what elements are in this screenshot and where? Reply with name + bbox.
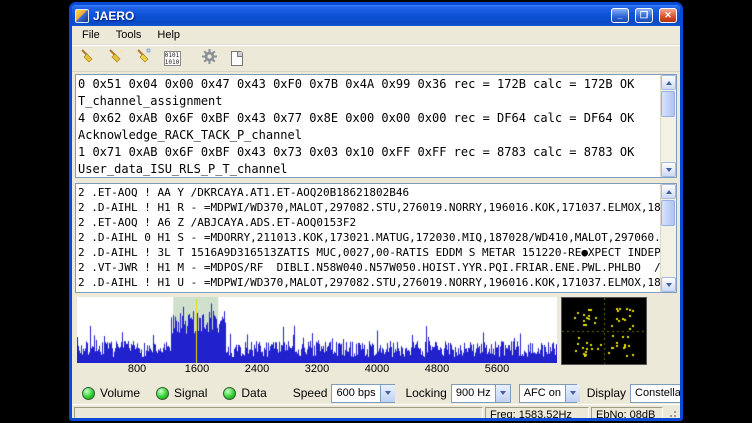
arrow-down-icon [666,168,672,172]
spectrum-tick-row: 800 1600 2400 3200 4000 4800 5600 [77,363,557,377]
console-line: 2 .D-AIHL ! H1 R - =MDPWI/WD370,MALOT,29… [78,200,658,215]
maximize-button[interactable]: ❐ [635,8,653,23]
signal-led-icon [156,387,169,400]
hex-console-scrollbar[interactable] [660,75,676,177]
speed-label: Speed [293,386,328,400]
binary-icon: 0101 1010 [164,51,181,66]
hex-console: 0 0x51 0x04 0x00 0x47 0x43 0xF0 0x7B 0x4… [75,74,677,178]
ebno-status: EbNo: 08dB [591,407,663,421]
jaero-window: JAERO _ ❐ ✕ File Tools Help [69,2,683,421]
menu-tools[interactable]: Tools [108,27,150,43]
status-bar: Freq: 1583.52Hz EbNo: 08dB [72,404,680,421]
afc-select[interactable]: AFC on [519,384,577,403]
tick-label: 2400 [245,363,269,375]
freq-status: Freq: 1583.52Hz [485,407,589,421]
volume-indicator: Volume [82,386,140,400]
data-indicator: Data [223,386,266,400]
log-file-button[interactable] [225,47,249,70]
window-title: JAERO [93,9,605,23]
data-label: Data [241,386,266,400]
afc-value: AFC on [520,387,565,399]
toolbar: 0101 1010 [72,45,680,72]
constellation-canvas [562,298,646,364]
scrollbar-track[interactable] [661,199,676,277]
status-spacer-panel [74,407,483,421]
tick-label: 5600 [485,363,509,375]
hex-console-text: 0 0x51 0x04 0x00 0x47 0x43 0xF0 0x7B 0x4… [76,75,660,177]
broom-icon [107,47,125,70]
console-line: T_channel_assignment [78,93,658,110]
acars-console: 2 .ET-AOQ ! AA Y /DKRCAYA.AT1.ET-AOQ20B1… [75,183,677,293]
display-label: Display [587,386,626,400]
tick-label: 4000 [365,363,389,375]
app-icon [75,9,89,23]
scrollbar-thumb[interactable] [661,91,675,117]
raw-binary-view-button[interactable]: 0101 1010 [160,47,184,70]
tick-label: 800 [128,363,146,375]
gear-icon [201,48,218,70]
scrollbar-thumb[interactable] [661,200,675,226]
menu-file[interactable]: File [74,27,108,43]
spectrum-display: 800 1600 2400 3200 4000 4800 5600 [77,297,557,377]
arrow-down-icon [666,283,672,287]
chevron-down-icon [495,385,510,402]
spectrum-canvas[interactable] [77,297,557,363]
chevron-down-icon [380,385,395,402]
menu-help[interactable]: Help [149,27,188,43]
resize-grip[interactable] [665,407,678,421]
clear-all-consoles-button[interactable] [132,47,156,70]
arrow-up-icon [666,81,672,85]
title-bar[interactable]: JAERO _ ❐ ✕ [72,5,680,26]
console-line: User_data_ISU_RLS_P_T_channel [78,161,658,177]
signal-indicator: Signal [156,386,207,400]
console-line: 2 .ET-AOQ ! A6 Z /ABJCAYA.ADS.ET-AOQ0153… [78,215,658,230]
broom-icon [79,47,97,70]
screen-background: JAERO _ ❐ ✕ File Tools Help [0,0,752,423]
data-led-icon [223,387,236,400]
acars-console-scrollbar[interactable] [660,184,676,292]
clear-acars-console-button[interactable] [104,47,128,70]
broom-icon [135,47,153,70]
minimize-button[interactable]: _ [611,8,629,23]
console-line: 4 0x62 0xAB 0x6F 0xBF 0x43 0x77 0x8E 0x0… [78,110,658,127]
console-line: 2 .D-AIHL ! 3L T 1516A9D316513ZATIS MUC,… [78,245,658,260]
menu-bar: File Tools Help [72,26,680,45]
arrow-up-icon [666,190,672,194]
locking-value: 900 Hz [452,387,495,399]
console-line: 2 .D-AIHL ! H1 U - =MDPWI/WD370,MALOT,29… [78,275,658,290]
console-line: Acknowledge_RACK_TACK_P_channel [78,127,658,144]
console-line: 2 .ET-AOQ ! AA Y /DKRCAYA.AT1.ET-AOQ20B1… [78,185,658,200]
volume-led-icon [82,387,95,400]
visualization-row: 800 1600 2400 3200 4000 4800 5600 [77,297,677,379]
display-select[interactable]: Constellation [630,384,683,403]
scrollbar-down-button[interactable] [661,162,676,177]
document-icon [231,51,243,66]
tick-label: 1600 [185,363,209,375]
tick-label: 4800 [425,363,449,375]
acars-console-text: 2 .ET-AOQ ! AA Y /DKRCAYA.AT1.ET-AOQ20B1… [76,184,660,292]
settings-button[interactable] [197,47,221,70]
console-line: 2 .D-AIHL 0 H1 S - =MDORRY,211013.KOK,17… [78,230,658,245]
scrollbar-down-button[interactable] [661,277,676,292]
console-line: 1 0x71 0xAB 0x6F 0xBF 0x43 0x73 0x03 0x1… [78,144,658,161]
clear-hex-console-button[interactable] [76,47,100,70]
scrollbar-up-button[interactable] [661,184,676,199]
scrollbar-up-button[interactable] [661,75,676,90]
close-button[interactable]: ✕ [659,8,677,23]
display-value: Constellation [631,387,683,399]
volume-label: Volume [100,386,140,400]
locking-label: Locking [405,386,446,400]
console-line: 2 .VT-JWR ! H1 M - =MDPOS/RF DIBLI.N58W0… [78,260,658,275]
console-line: 0 0x51 0x04 0x00 0x47 0x43 0xF0 0x7B 0x4… [78,76,658,93]
chevron-down-icon [565,385,580,402]
signal-label: Signal [174,386,207,400]
tick-label: 3200 [305,363,329,375]
speed-select[interactable]: 600 bps [331,384,395,403]
locking-select[interactable]: 900 Hz [451,384,511,403]
controls-row: Volume Signal Data Speed 600 bps Locking… [82,382,674,404]
constellation-display [561,297,647,365]
speed-value: 600 bps [332,387,379,399]
scrollbar-track[interactable] [661,90,676,162]
